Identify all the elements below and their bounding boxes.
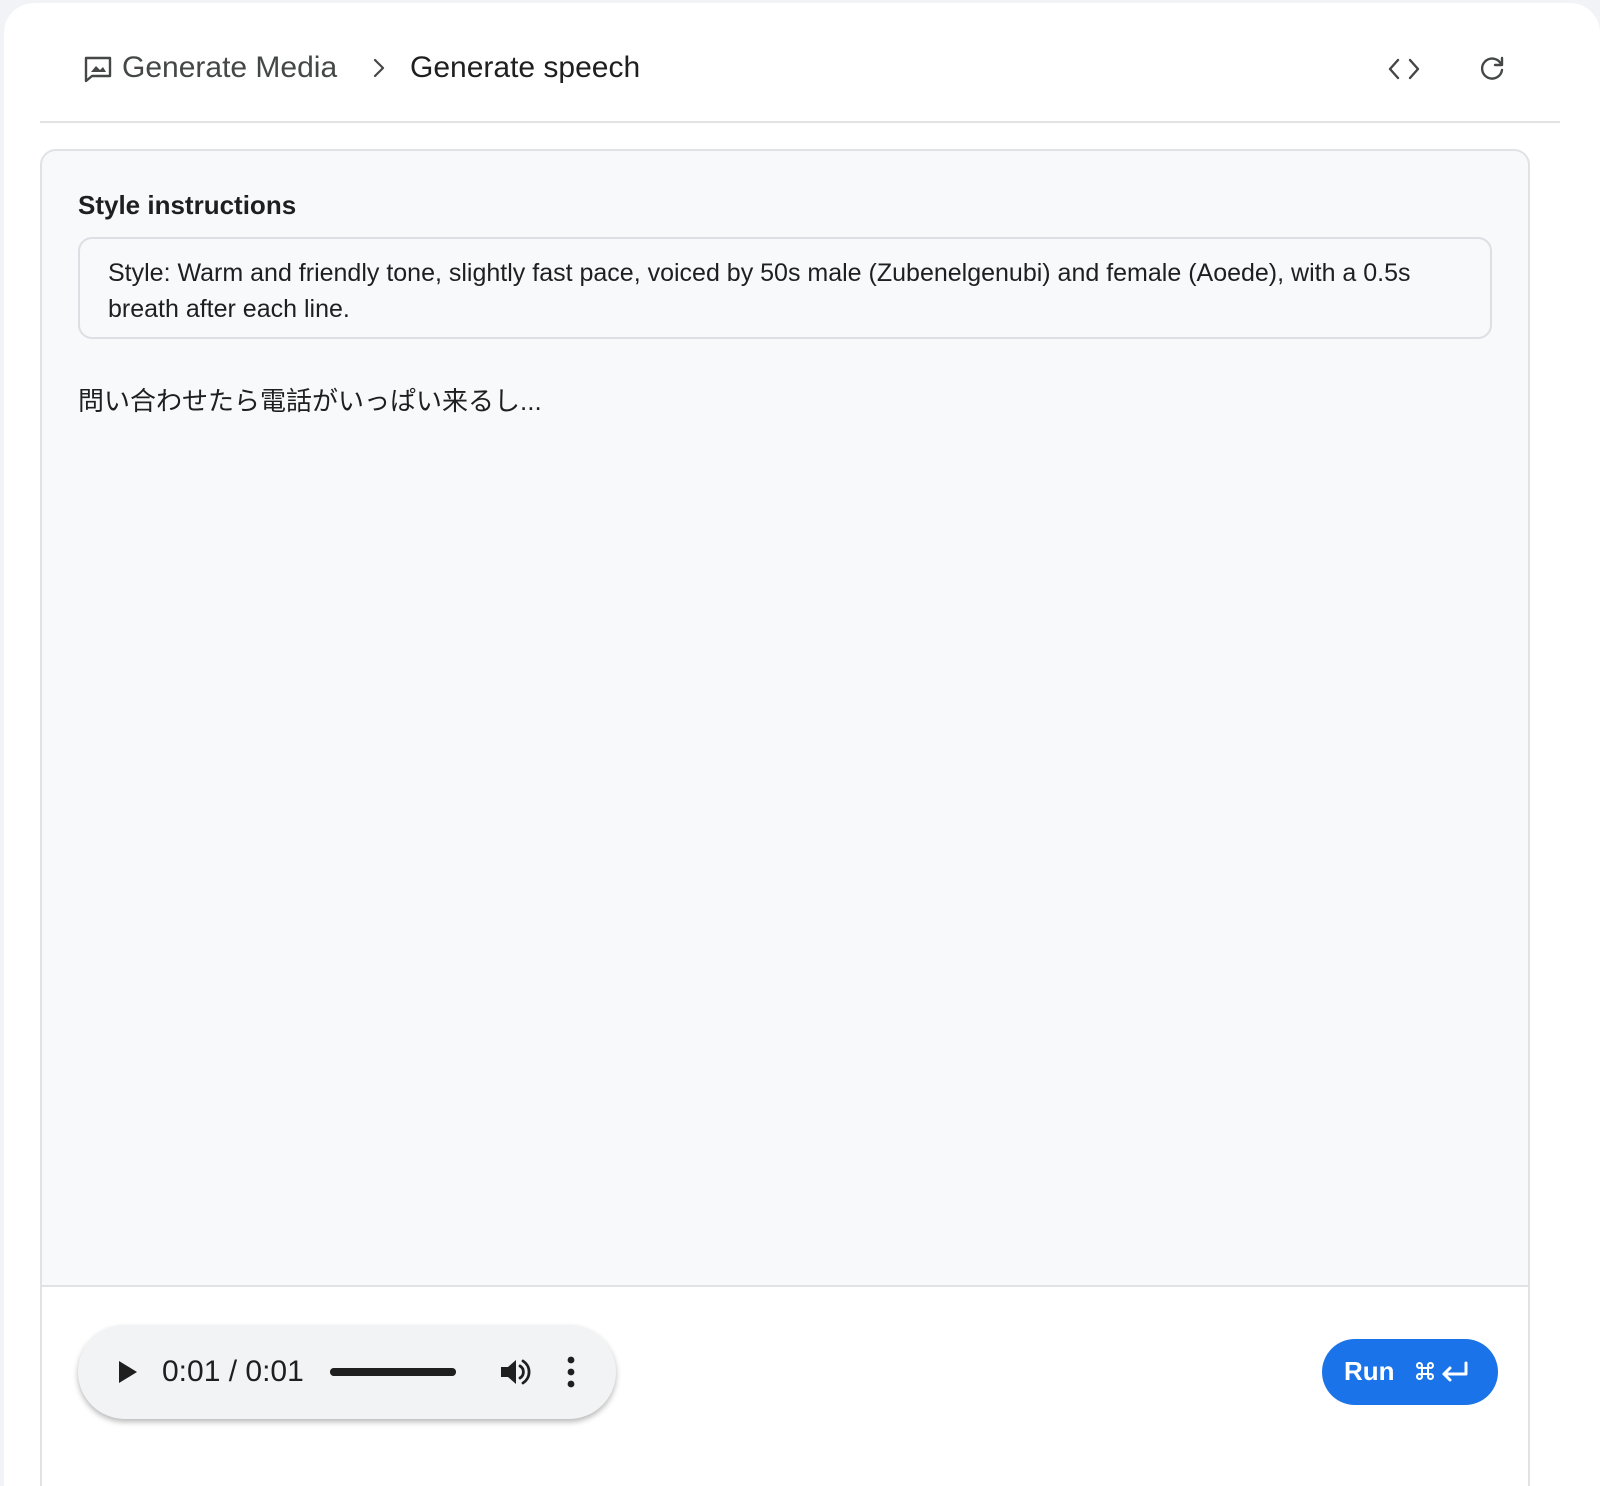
- breadcrumb-generate-media[interactable]: Generate Media: [122, 48, 337, 88]
- style-instructions-label: Style instructions: [78, 190, 297, 220]
- app-window: Generate Media Generate speech Style ins…: [4, 3, 1600, 1486]
- style-instructions-input[interactable]: Style: Warm and friendly tone, slightly …: [78, 237, 1492, 339]
- refresh-icon: [1480, 56, 1504, 80]
- code-brackets-icon: [1388, 58, 1420, 80]
- refresh-button[interactable]: [1470, 47, 1514, 91]
- panel-footer: 0:01 / 0:01 Run: [42, 1285, 1528, 1486]
- more-vert-icon[interactable]: [554, 1353, 588, 1391]
- run-button-label: Run: [1344, 1356, 1395, 1386]
- audio-time: 0:01 / 0:01: [162, 1355, 304, 1388]
- prompt-text[interactable]: 問い合わせたら電話がいっぱい来るし...: [78, 383, 542, 419]
- chevron-right-icon: [373, 58, 385, 78]
- audio-seek-bar[interactable]: [330, 1368, 456, 1376]
- run-button[interactable]: Run: [1322, 1339, 1498, 1405]
- get-code-button[interactable]: [1382, 47, 1426, 91]
- audio-player: 0:01 / 0:01: [78, 1325, 616, 1419]
- play-icon[interactable]: [110, 1355, 144, 1389]
- audio-seek-progress: [330, 1368, 456, 1376]
- page-title: Generate speech: [410, 51, 641, 84]
- image-frame-icon: [84, 56, 112, 83]
- volume-icon[interactable]: [496, 1353, 534, 1391]
- cmd-enter-icon: [1416, 1361, 1468, 1382]
- speech-panel: Style instructions Style: Warm and frien…: [40, 149, 1530, 1486]
- page-header: Generate Media Generate speech: [40, 3, 1560, 123]
